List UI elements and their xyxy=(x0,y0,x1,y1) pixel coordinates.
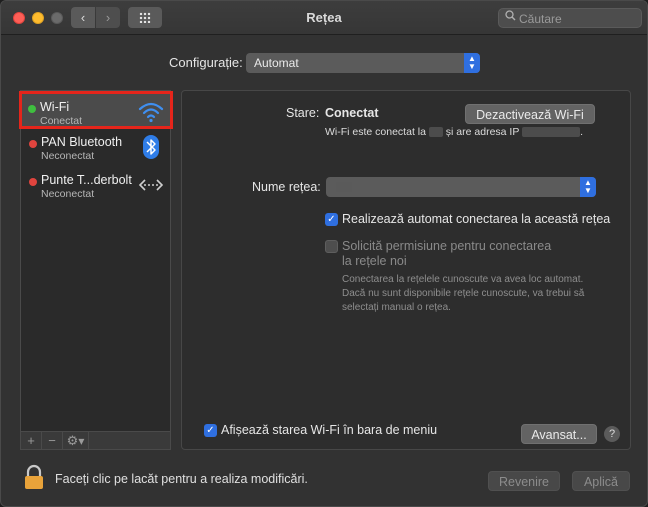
service-list-toolbar: + − ⚙▾ xyxy=(20,432,171,450)
wifi-detail-panel: Stare: Conectat Dezactivează Wi-Fi Wi-Fi… xyxy=(181,90,631,450)
network-preferences-window: ‹ › Rețea Căutare Configurație: Automat … xyxy=(0,0,648,507)
service-name: Punte T...derbolt xyxy=(41,173,132,187)
search-icon xyxy=(505,10,516,24)
gear-icon[interactable]: ⚙▾ xyxy=(63,432,89,449)
select-arrows-icon: ▲ ▼ xyxy=(464,53,480,73)
service-list: Wi-Fi Conectat PAN Bluetooth Neconectat xyxy=(19,90,173,432)
lock-icon[interactable] xyxy=(24,464,44,490)
service-status: Neconectat xyxy=(41,188,95,200)
status-label: Stare: xyxy=(286,106,320,120)
title-bar: ‹ › Rețea Căutare xyxy=(1,1,647,35)
status-dot xyxy=(29,140,37,148)
hint-line2: Dacă nu sunt disponibile rețele cunoscut… xyxy=(342,288,585,299)
redacted-network-name xyxy=(428,127,443,138)
network-name-label: Nume rețea: xyxy=(252,180,321,194)
bluetooth-icon xyxy=(138,134,164,160)
configuration-value: Automat xyxy=(254,56,299,70)
add-service-button[interactable]: + xyxy=(21,432,42,449)
search-placeholder: Căutare xyxy=(519,12,562,26)
redacted-network-value xyxy=(336,182,352,192)
show-wifi-status-label: Afișează starea Wi-Fi în bara de meniu xyxy=(221,423,438,437)
revert-button[interactable]: Revenire xyxy=(488,471,560,491)
redacted-ip-address xyxy=(522,127,581,138)
auto-join-checkbox[interactable]: ✓ xyxy=(325,213,338,226)
hint-line3: selectați manual o rețea. xyxy=(342,302,451,313)
wifi-icon xyxy=(138,99,164,125)
apply-button[interactable]: Aplică xyxy=(572,471,630,491)
search-field[interactable]: Căutare xyxy=(498,8,642,28)
show-wifi-status-checkbox[interactable]: ✓ xyxy=(204,424,217,437)
hint-line1: Conectarea la rețelele cunoscute va avea… xyxy=(342,274,584,285)
configuration-label: Configurație: xyxy=(169,55,243,70)
configuration-select[interactable]: Automat ▲ ▼ xyxy=(246,53,480,73)
help-button[interactable]: ? xyxy=(604,426,620,442)
remove-service-button[interactable]: − xyxy=(42,432,63,449)
connection-info: Wi-Fi este conectat la și are adresa IP … xyxy=(325,126,583,138)
service-item-thunderbolt-bridge[interactable]: Punte T...derbolt Neconectat xyxy=(21,167,170,205)
auto-join-label: Realizează automat conectarea la această… xyxy=(342,212,611,226)
service-item-wifi[interactable]: Wi-Fi Conectat xyxy=(19,91,173,129)
status-value: Conectat xyxy=(325,106,379,120)
service-item-bluetooth-pan[interactable]: PAN Bluetooth Neconectat xyxy=(21,129,170,167)
thunderbolt-bridge-icon xyxy=(138,172,164,198)
network-name-select[interactable]: ▲ ▼ xyxy=(326,177,596,197)
service-status: Neconectat xyxy=(41,150,95,162)
select-arrows-icon: ▲ ▼ xyxy=(580,177,596,197)
status-dot xyxy=(29,178,37,186)
ask-join-label-line1: Solicită permisiune pentru conectarea xyxy=(342,239,552,253)
service-status: Conectat xyxy=(40,115,83,127)
ask-join-checkbox[interactable] xyxy=(325,240,338,253)
service-name: PAN Bluetooth xyxy=(41,135,123,149)
disable-wifi-button[interactable]: Dezactivează Wi-Fi xyxy=(465,104,595,124)
lock-message: Faceți clic pe lacăt pentru a realiza mo… xyxy=(55,472,308,486)
status-dot xyxy=(28,105,36,113)
advanced-button[interactable]: Avansat... xyxy=(521,424,597,444)
service-name: Wi-Fi xyxy=(40,100,70,114)
ask-join-label-line2: la rețele noi xyxy=(342,254,407,268)
